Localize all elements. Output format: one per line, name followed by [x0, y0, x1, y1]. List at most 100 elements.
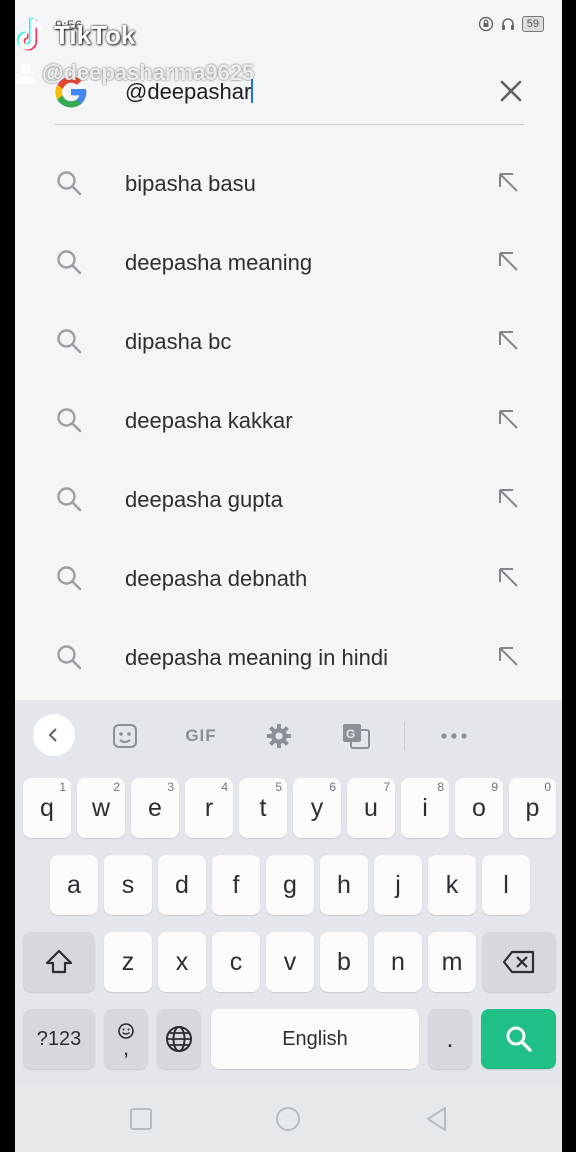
key-hint: 4 — [221, 780, 228, 794]
recents-button[interactable] — [127, 1105, 155, 1133]
gif-button[interactable]: GIF — [181, 716, 221, 756]
key-p[interactable]: p0 — [509, 778, 556, 838]
home-button[interactable] — [274, 1105, 302, 1133]
emoji-comma-key[interactable]: , — [104, 1009, 148, 1069]
key-x[interactable]: x — [158, 932, 206, 992]
key-t[interactable]: t5 — [239, 778, 287, 838]
navigation-bar — [15, 1085, 562, 1152]
suggestion-item[interactable]: deepasha meaning in hindi — [15, 619, 562, 698]
period-char: . — [446, 1024, 454, 1053]
clear-search-button[interactable] — [496, 76, 526, 106]
suggestion-item[interactable]: deepasha kakkar — [15, 382, 562, 461]
suggestion-label: dipasha bc — [125, 329, 232, 354]
key-hint: 3 — [167, 780, 174, 794]
key-hint: 1 — [59, 780, 66, 794]
key-hint: 0 — [544, 780, 551, 794]
key-char: l — [503, 870, 509, 899]
key-char: k — [445, 870, 459, 899]
key-char: w — [91, 793, 111, 822]
key-l[interactable]: l — [482, 855, 530, 915]
key-f[interactable]: f — [212, 855, 260, 915]
key-r[interactable]: r4 — [185, 778, 233, 838]
key-v[interactable]: v — [266, 932, 314, 992]
language-key[interactable] — [157, 1009, 201, 1069]
key-e[interactable]: e3 — [131, 778, 179, 838]
key-char: x — [175, 947, 189, 976]
arrow-up-left-icon[interactable] — [496, 565, 520, 589]
key-g[interactable]: g — [266, 855, 314, 915]
lock-icon — [478, 16, 493, 32]
key-hint: 8 — [437, 780, 444, 794]
key-char: o — [472, 793, 486, 822]
more-options-button[interactable] — [434, 716, 474, 756]
shift-key[interactable] — [23, 932, 95, 992]
tiktok-handle: @deepasharma9625 — [42, 60, 255, 85]
suggestion-item[interactable]: deepasha gupta — [15, 461, 562, 540]
key-k[interactable]: k — [428, 855, 476, 915]
key-char: f — [232, 870, 240, 899]
search-key[interactable] — [481, 1009, 556, 1069]
status-icons: 59 — [478, 16, 544, 32]
suggestion-label: bipasha basu — [125, 171, 256, 196]
shift-icon — [45, 949, 73, 974]
suggestion-item[interactable]: deepasha meaning — [15, 224, 562, 303]
key-hint: 5 — [275, 780, 282, 794]
keyboard-toolbar: GIF G — [15, 700, 562, 770]
period-key[interactable]: . — [428, 1009, 472, 1069]
key-h[interactable]: h — [320, 855, 368, 915]
key-s[interactable]: s — [104, 855, 152, 915]
key-y[interactable]: y6 — [293, 778, 341, 838]
arrow-up-left-icon[interactable] — [496, 486, 520, 510]
key-u[interactable]: u7 — [347, 778, 395, 838]
key-i[interactable]: i8 — [401, 778, 449, 838]
chevron-left-icon — [48, 728, 57, 742]
key-char: r — [204, 793, 214, 822]
suggestion-list: bipasha basu deepasha meaning dipasha bc… — [15, 145, 562, 698]
key-char: h — [337, 870, 351, 899]
key-q[interactable]: q1 — [23, 778, 71, 838]
toolbar-collapse-button[interactable] — [33, 714, 75, 756]
key-hint: 9 — [491, 780, 498, 794]
symbols-key[interactable]: ?123 — [23, 1009, 95, 1069]
key-n[interactable]: n — [374, 932, 422, 992]
toolbar-divider — [404, 722, 405, 750]
key-o[interactable]: o9 — [455, 778, 503, 838]
key-c[interactable]: c — [212, 932, 260, 992]
suggestion-item[interactable]: deepasha debnath — [15, 540, 562, 619]
search-icon — [57, 171, 82, 196]
arrow-up-left-icon[interactable] — [496, 407, 520, 431]
arrow-up-left-icon[interactable] — [496, 249, 520, 273]
sticker-button[interactable] — [105, 716, 145, 756]
arrow-up-left-icon[interactable] — [496, 170, 520, 194]
key-char: t — [259, 793, 267, 822]
key-char: n — [391, 947, 405, 976]
key-char: e — [148, 793, 162, 822]
svg-text:G: G — [346, 727, 355, 741]
suggestion-label: deepasha debnath — [125, 566, 308, 591]
backspace-key[interactable] — [482, 932, 556, 992]
key-d[interactable]: d — [158, 855, 206, 915]
suggestion-item[interactable]: bipasha basu — [15, 145, 562, 224]
translate-button[interactable]: G — [336, 716, 376, 756]
spacebar-key[interactable]: English — [211, 1009, 419, 1069]
keyboard-settings-button[interactable] — [259, 716, 299, 756]
key-z[interactable]: z — [104, 932, 152, 992]
key-char: d — [175, 870, 189, 899]
key-a[interactable]: a — [50, 855, 98, 915]
search-icon — [57, 329, 82, 354]
translate-icon: G — [343, 724, 370, 749]
search-icon — [506, 1026, 532, 1052]
key-w[interactable]: w2 — [77, 778, 125, 838]
arrow-up-left-icon[interactable] — [496, 328, 520, 352]
arrow-up-left-icon[interactable] — [496, 644, 520, 668]
suggestion-item[interactable]: dipasha bc — [15, 303, 562, 382]
key-j[interactable]: j — [374, 855, 422, 915]
key-m[interactable]: m — [428, 932, 476, 992]
search-icon — [57, 566, 82, 591]
key-char: a — [67, 870, 81, 899]
key-b[interactable]: b — [320, 932, 368, 992]
key-char: u — [364, 793, 378, 822]
key-char: m — [441, 947, 463, 976]
back-button[interactable] — [423, 1105, 451, 1133]
battery-indicator: 59 — [521, 16, 544, 32]
